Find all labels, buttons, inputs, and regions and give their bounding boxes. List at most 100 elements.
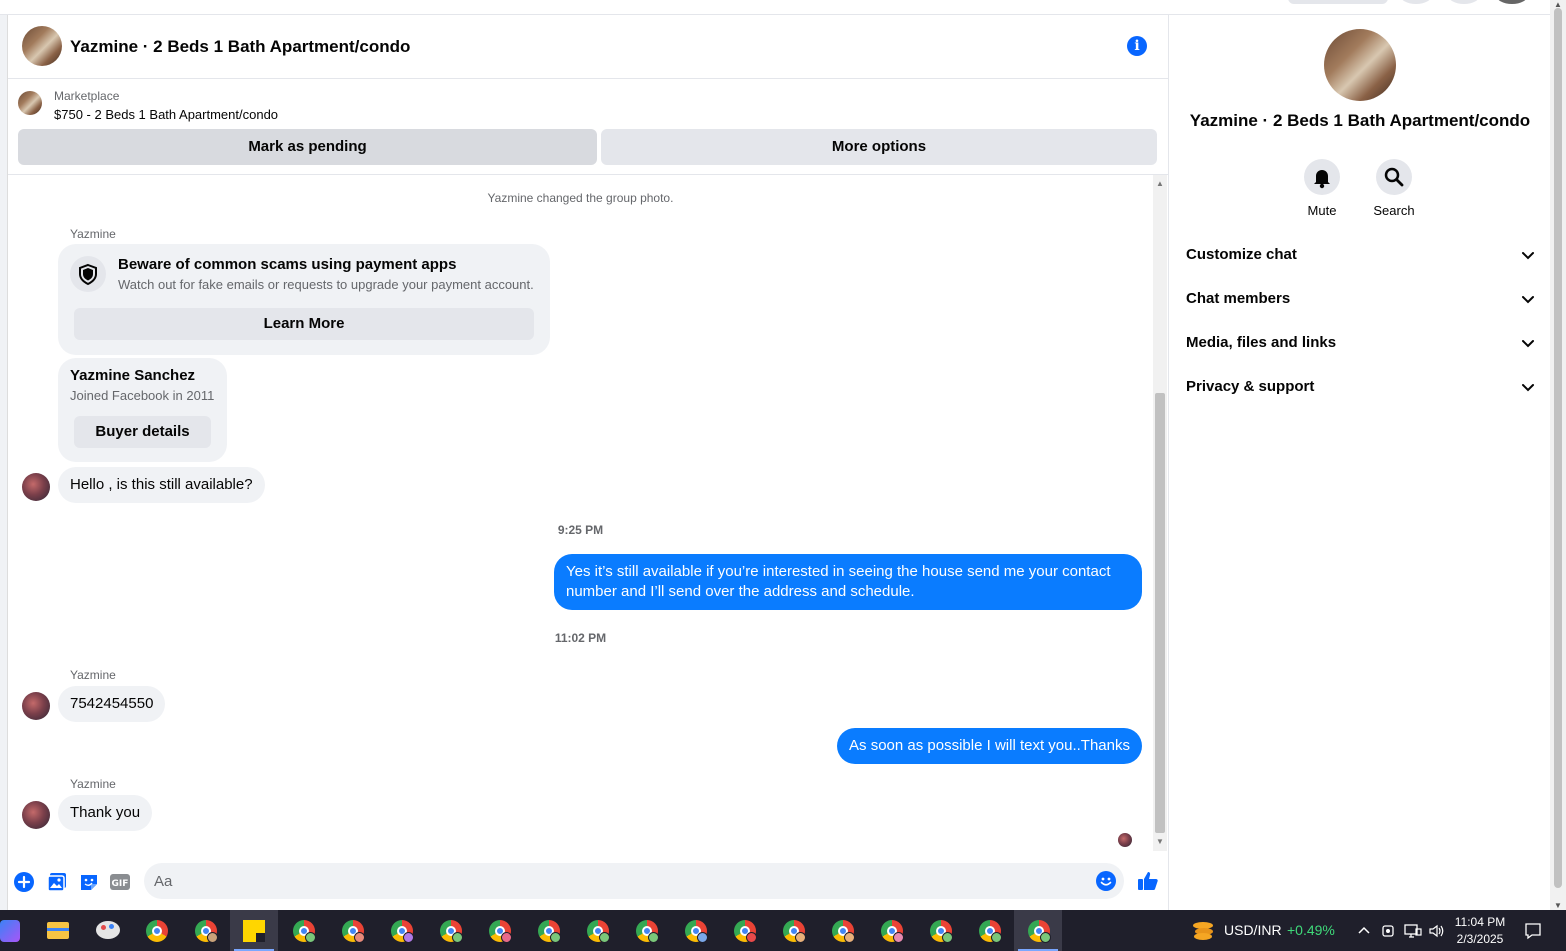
chrome-profile-icon[interactable] xyxy=(377,910,425,951)
chat-title[interactable]: Yazmine · 2 Beds 1 Bath Apartment/condo xyxy=(70,37,410,57)
more-options-button[interactable]: More options xyxy=(601,129,1157,165)
chrome-profile-icon[interactable] xyxy=(867,910,915,951)
scroll-down-arrow-icon[interactable]: ▼ xyxy=(1550,901,1566,910)
photo-icon[interactable] xyxy=(46,871,68,893)
start-app-icon[interactable] xyxy=(0,910,24,951)
chat-avatar[interactable] xyxy=(22,26,62,66)
chrome-profile-icon[interactable] xyxy=(769,910,817,951)
shield-icon xyxy=(70,256,106,292)
page-scroll-thumb[interactable] xyxy=(1554,8,1562,888)
sender-name: Yazmine xyxy=(70,777,116,791)
sender-avatar[interactable] xyxy=(22,473,50,501)
mark-as-pending-button[interactable]: Mark as pending xyxy=(18,129,597,165)
bell-icon[interactable] xyxy=(1304,159,1340,195)
chrome-profile-icon[interactable] xyxy=(328,910,376,951)
timestamp: 11:02 PM xyxy=(554,631,607,645)
chrome-profile-icon[interactable] xyxy=(279,910,327,951)
section-label: Customize chat xyxy=(1186,246,1297,263)
currency-coins-icon xyxy=(1193,920,1215,940)
sender-name: Yazmine xyxy=(70,668,116,682)
panel-avatar[interactable] xyxy=(1324,29,1396,101)
listing-title[interactable]: $750 - 2 Beds 1 Bath Apartment/condo xyxy=(54,107,278,122)
search-icon[interactable] xyxy=(1376,159,1412,195)
top-profile-icon[interactable] xyxy=(1496,0,1528,4)
learn-more-button[interactable]: Learn More xyxy=(74,308,534,340)
paint-app-icon[interactable] xyxy=(84,910,132,951)
chrome-profile-icon[interactable] xyxy=(720,910,768,951)
chrome-profile-icon[interactable] xyxy=(818,910,866,951)
section-privacy-support[interactable]: Privacy & support xyxy=(1186,365,1536,409)
chat-window: Yazmine · 2 Beds 1 Bath Apartment/condo … xyxy=(8,15,1169,910)
chrome-profile-icon[interactable] xyxy=(671,910,719,951)
scroll-down-arrow-icon[interactable]: ▼ xyxy=(1153,835,1167,849)
chrome-profile-icon[interactable] xyxy=(524,910,572,951)
outgoing-message[interactable]: As soon as possible I will text you..Tha… xyxy=(837,728,1142,764)
section-label: Media, files and links xyxy=(1186,334,1337,351)
marketplace-banner: Marketplace $750 - 2 Beds 1 Bath Apartme… xyxy=(8,79,1169,175)
chrome-profile-icon[interactable] xyxy=(426,910,474,951)
buyer-name: Yazmine Sanchez xyxy=(70,367,196,384)
left-edge xyxy=(0,15,8,910)
network-icon[interactable] xyxy=(1404,923,1422,944)
listing-thumbnail[interactable] xyxy=(18,91,42,115)
windows-taskbar: USD/INR +0.49% 11:04 PM 2/3/2025 xyxy=(0,910,1566,951)
chevron-down-icon xyxy=(1522,340,1534,348)
outgoing-message[interactable]: Yes it’s still available if you’re inter… xyxy=(554,554,1142,610)
page-scrollbar[interactable]: ▲ ▼ xyxy=(1550,0,1566,910)
chrome-profile-icon[interactable] xyxy=(1014,910,1062,951)
buyer-details-button[interactable]: Buyer details xyxy=(74,416,211,448)
section-label: Privacy & support xyxy=(1186,378,1315,395)
sender-name: Yazmine xyxy=(70,227,116,241)
marketplace-label: Marketplace xyxy=(54,89,120,103)
mute-action[interactable]: Mute xyxy=(1282,159,1362,218)
currency-change[interactable]: +0.49% xyxy=(1287,922,1335,938)
sticky-notes-icon[interactable] xyxy=(230,910,278,951)
chat-info-panel: Yazmine · 2 Beds 1 Bath Apartment/condo … xyxy=(1170,15,1550,910)
thumbs-up-icon[interactable] xyxy=(1136,869,1158,891)
incoming-message[interactable]: Hello , is this still available? xyxy=(58,467,265,503)
chrome-profile-icon[interactable] xyxy=(181,910,229,951)
chrome-profile-icon[interactable] xyxy=(475,910,523,951)
top-menu-icon[interactable] xyxy=(1400,0,1432,4)
chat-header: Yazmine · 2 Beds 1 Bath Apartment/condo … xyxy=(8,15,1169,79)
notification-icon[interactable] xyxy=(1524,922,1542,945)
emoji-icon[interactable] xyxy=(1096,871,1116,891)
buyer-card: Yazmine Sanchez Joined Facebook in 2011 … xyxy=(58,358,227,462)
message-composer: GIF xyxy=(8,855,1169,910)
incoming-message[interactable]: Thank you xyxy=(58,795,153,831)
system-clock[interactable]: 11:04 PM 2/3/2025 xyxy=(1440,914,1520,948)
top-search-pill[interactable] xyxy=(1288,0,1388,4)
search-action[interactable]: Search xyxy=(1354,159,1434,218)
top-messenger-icon[interactable] xyxy=(1448,0,1480,4)
gif-icon[interactable]: GIF xyxy=(109,871,131,893)
section-label: Chat members xyxy=(1186,290,1291,307)
section-chat-members[interactable]: Chat members xyxy=(1186,277,1536,321)
message-scrollbar[interactable]: ▲ ▼ xyxy=(1153,175,1167,851)
file-explorer-icon[interactable] xyxy=(34,910,82,951)
scroll-thumb[interactable] xyxy=(1155,393,1165,833)
chevron-up-icon[interactable] xyxy=(1357,923,1371,942)
chrome-icon[interactable] xyxy=(132,910,180,951)
chevron-down-icon xyxy=(1522,252,1534,260)
chrome-profile-icon[interactable] xyxy=(573,910,621,951)
plus-icon[interactable] xyxy=(13,871,35,893)
chrome-profile-icon[interactable] xyxy=(916,910,964,951)
section-customize-chat[interactable]: Customize chat xyxy=(1186,233,1536,277)
section-media-files-links[interactable]: Media, files and links xyxy=(1186,321,1536,365)
message-input[interactable] xyxy=(144,863,1084,899)
system-event: Yazmine changed the group photo. xyxy=(487,191,674,205)
message-input-wrapper[interactable] xyxy=(144,863,1124,899)
chrome-profile-icon[interactable] xyxy=(965,910,1013,951)
incoming-message[interactable]: 7542454550 xyxy=(58,686,166,722)
chrome-profile-icon[interactable] xyxy=(622,910,670,951)
clock-time: 11:04 PM xyxy=(1454,915,1506,929)
meet-now-icon[interactable] xyxy=(1381,923,1397,944)
currency-pair[interactable]: USD/INR xyxy=(1224,922,1282,938)
sticker-icon[interactable] xyxy=(78,871,100,893)
sender-avatar[interactable] xyxy=(22,801,50,829)
scroll-up-arrow-icon[interactable]: ▲ xyxy=(1153,177,1167,191)
sender-avatar[interactable] xyxy=(22,692,50,720)
top-navigation-strip xyxy=(0,0,1566,15)
message-list: Yazmine changed the group photo. Yazmine… xyxy=(8,175,1153,851)
info-icon[interactable]: i xyxy=(1127,36,1147,56)
